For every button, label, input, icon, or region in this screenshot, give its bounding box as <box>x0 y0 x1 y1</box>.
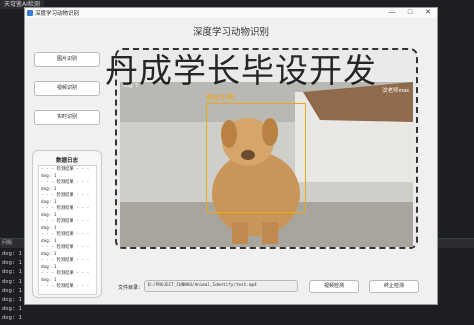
log-line: - - - 检测结果 - - - <box>41 232 90 237</box>
file-path-field[interactable]: D:/PROJECT_CUNNAO/Animal_Identify/test.m… <box>144 280 298 292</box>
minimize-icon[interactable]: — <box>383 8 401 18</box>
close-icon[interactable]: ✕ <box>419 8 437 18</box>
log-line: - - - 检测结果 - - - <box>41 180 90 185</box>
image-detect-button[interactable]: 图片识别 <box>34 52 100 67</box>
log-line: - - - 检测结果 - - - <box>41 206 90 211</box>
window-title: 深度学习动物识别 <box>35 11 80 17</box>
app-title: 深度学习动物识别 <box>192 27 269 38</box>
maximize-icon[interactable]: □ <box>401 8 419 18</box>
video-display: dog: 1 汶老师max dog 0.90 <box>120 82 413 247</box>
log-panel: 数据日志 - - - 检测结果 - - - dog: 1 - - - 检测结果 … <box>32 150 102 298</box>
video-detect-action-button[interactable]: 视频检测 <box>309 280 359 293</box>
titlebar: 深度学习动物识别 — □ ✕ <box>25 8 437 18</box>
log-line: - - - 检测结果 - - - <box>41 193 90 198</box>
stop-detect-button[interactable]: 终止检测 <box>369 280 419 293</box>
console-line: dog: 1 <box>2 306 22 313</box>
log-line: - - - 检测结果 - - - <box>41 219 90 224</box>
log-title: 数据日志 <box>55 158 78 164</box>
console-line: dog: 1 <box>2 315 22 322</box>
detection-label: dog 0.90 <box>206 94 235 101</box>
log-line: - - - 检测结果 - - - <box>41 258 90 263</box>
app-icon <box>27 10 33 16</box>
watermark-banner: 丹成学长毕设开发 <box>105 51 377 90</box>
log-line: - - - 检测结果 - - - <box>41 167 90 172</box>
log-line: - - - 检测结果 - - - <box>41 271 90 276</box>
file-path-label: 文件目录： <box>118 285 144 291</box>
ide-bottom-label[interactable]: 问题 <box>2 239 12 246</box>
log-line: - - - 检测结果 - - - <box>41 245 90 250</box>
log-line: - - - 检测结果 - - - <box>41 284 90 289</box>
detection-box <box>206 103 306 213</box>
app-window: 深度学习动物识别 — □ ✕ 深度学习动物识别 图片识别 视频识别 实时识别 数… <box>24 7 438 305</box>
realtime-detect-button[interactable]: 实时识别 <box>34 110 100 125</box>
video-watermark: 汶老师max <box>382 88 409 94</box>
video-detect-button[interactable]: 视频识别 <box>34 81 100 96</box>
log-textbox[interactable]: - - - 检测结果 - - - dog: 1 - - - 检测结果 - - -… <box>38 165 97 295</box>
